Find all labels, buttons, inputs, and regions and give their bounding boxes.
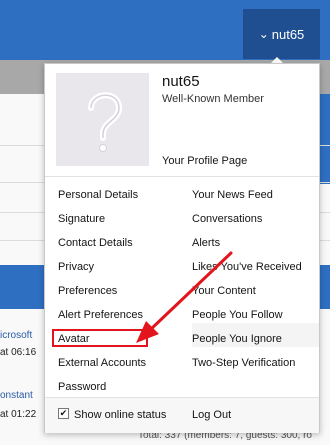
avatar-placeholder-icon <box>87 91 122 152</box>
user-menu-tab[interactable]: ⌄ nut65 <box>243 9 320 59</box>
user-menu-username: nut65 <box>271 26 305 42</box>
thread-time: at 01:22 <box>0 409 37 420</box>
menu-item-likes-received[interactable]: Likes You've Received <box>192 260 302 274</box>
menu-item-personal-details[interactable]: Personal Details <box>58 188 138 202</box>
menu-item-alert-preferences[interactable]: Alert Preferences <box>58 308 143 322</box>
show-online-label[interactable]: Show online status <box>74 408 166 422</box>
menu-item-privacy[interactable]: Privacy <box>58 260 94 274</box>
chevron-down-icon: ⌄ <box>258 27 269 41</box>
menu-item-preferences[interactable]: Preferences <box>58 284 117 298</box>
menu-item-your-content[interactable]: Your Content <box>192 284 256 298</box>
menu-item-alerts[interactable]: Alerts <box>192 236 220 250</box>
thread-link[interactable]: icrosoft <box>0 330 32 341</box>
account-dropdown-menu: nut65 Well-Known Member Your Profile Pag… <box>44 63 320 433</box>
section-header <box>0 265 44 309</box>
menu-item-password[interactable]: Password <box>58 380 106 394</box>
menu-item-people-you-follow[interactable]: People You Follow <box>192 308 283 322</box>
menu-divider <box>45 176 319 177</box>
menu-item-people-you-ignore[interactable]: People You Ignore <box>192 332 282 346</box>
menu-item-external-accounts[interactable]: External Accounts <box>58 356 146 370</box>
profile-user-title: Well-Known Member <box>162 93 264 105</box>
thread-time: at 06:16 <box>0 347 37 358</box>
menu-item-news-feed[interactable]: Your News Feed <box>192 188 273 202</box>
avatar-highlight-box <box>52 329 148 347</box>
profile-username[interactable]: nut65 <box>162 73 200 90</box>
avatar[interactable] <box>56 73 149 166</box>
thread-link[interactable]: onstant <box>0 390 33 401</box>
menu-item-signature[interactable]: Signature <box>58 212 105 226</box>
menu-item-conversations[interactable]: Conversations <box>192 212 262 226</box>
show-online-checkbox[interactable]: ✔ <box>58 408 69 419</box>
menu-item-two-step-verification[interactable]: Two-Step Verification <box>192 356 295 370</box>
log-out-link[interactable]: Log Out <box>192 408 231 422</box>
menu-item-contact-details[interactable]: Contact Details <box>58 236 133 250</box>
profile-page-link[interactable]: Your Profile Page <box>162 155 247 167</box>
